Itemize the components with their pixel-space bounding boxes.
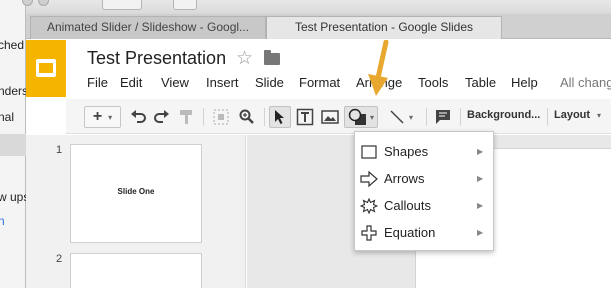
slide-number: 1 — [56, 144, 63, 156]
share-button[interactable] — [173, 0, 197, 10]
screenshot-root: ched nders nal w ups n Animated Slider /… — [0, 0, 611, 288]
save-status: All chang — [560, 75, 611, 90]
tab-animated-slider[interactable]: Animated Slider / Slideshow - Googl... — [30, 16, 266, 39]
menu-item-callouts[interactable]: Callouts ▶ — [355, 193, 495, 219]
select-icon — [213, 109, 229, 125]
chevron-down-icon: ▾ — [108, 112, 113, 122]
toolbar-divider — [264, 108, 265, 126]
submenu-arrow-icon: ▶ — [477, 228, 484, 237]
text-box-icon — [296, 108, 314, 126]
toolbar-divider — [460, 108, 461, 126]
select-area-button[interactable] — [209, 106, 233, 128]
menu-edit[interactable]: Edit — [120, 75, 142, 90]
document-title[interactable]: Test Presentation — [87, 48, 226, 69]
background-text: ched — [0, 38, 25, 52]
browser-window: Animated Slider / Slideshow - Googl... T… — [22, 0, 611, 288]
menu-item-shapes[interactable]: Shapes ▶ — [355, 139, 495, 165]
slide-number: 2 — [56, 253, 63, 265]
menu-item-equation[interactable]: Equation ▶ — [355, 220, 495, 246]
submenu-arrow-icon: ▶ — [477, 174, 484, 183]
menu-item-label: Shapes — [384, 144, 429, 159]
background-button[interactable]: Background... — [467, 109, 540, 121]
cursor-button[interactable] — [269, 106, 291, 128]
menu-slide[interactable]: Slide — [255, 75, 284, 90]
toolbar: + ▾ ▾ ▾ Background... Layout ▾ — [66, 99, 611, 134]
background-text: w ups — [0, 190, 30, 204]
slide-thumbnail-label: Slide One — [117, 187, 155, 196]
background-window: ched nders nal w ups n — [0, 0, 30, 288]
menu-insert[interactable]: Insert — [206, 75, 239, 90]
plus-shape-icon — [361, 225, 377, 241]
tab-strip: Animated Slider / Slideshow - Googl... T… — [26, 14, 611, 39]
image-button[interactable] — [319, 106, 341, 128]
toolbar-divider — [426, 108, 427, 126]
zoom-icon — [239, 109, 254, 124]
rectangle-icon — [361, 145, 377, 159]
shape-dropdown-menu: Shapes ▶ Arrows ▶ Callouts ▶ Equation ▶ — [354, 131, 494, 251]
menu-file[interactable]: File — [87, 75, 108, 90]
text-box-button[interactable] — [294, 106, 316, 128]
chevron-down-icon: ▾ — [369, 112, 374, 122]
star-icon[interactable]: ☆ — [236, 47, 253, 70]
window-button[interactable] — [38, 0, 49, 6]
menu-item-label: Callouts — [384, 198, 431, 213]
redo-icon — [154, 110, 169, 123]
title-bar — [22, 0, 611, 14]
menu-help[interactable]: Help — [511, 75, 538, 90]
menu-item-arrows[interactable]: Arrows ▶ — [355, 166, 495, 192]
background-link[interactable]: n — [0, 214, 5, 228]
chevron-down-icon: ▾ — [408, 112, 413, 122]
cursor-icon — [275, 110, 284, 124]
new-slide-button[interactable]: + ▾ — [84, 106, 121, 128]
line-button[interactable]: ▾ — [384, 106, 418, 128]
menu-format[interactable]: Format — [299, 75, 340, 90]
back-forward-buttons[interactable] — [102, 0, 142, 10]
new-slide-icon: + — [92, 108, 103, 125]
layout-button[interactable]: Layout — [554, 109, 590, 121]
submenu-arrow-icon: ▶ — [477, 201, 484, 210]
paint-format-button[interactable] — [176, 106, 196, 128]
tab-test-presentation[interactable]: Test Presentation - Google Slides — [266, 16, 502, 39]
image-icon — [321, 110, 339, 124]
background-selection-band — [0, 134, 26, 156]
slide-thumbnail-2[interactable] — [70, 253, 202, 288]
comment-icon — [436, 110, 450, 124]
annotation-arrow-icon — [368, 40, 389, 96]
folder-icon[interactable] — [264, 50, 280, 65]
slides-logo-icon — [36, 59, 56, 77]
slide-thumbnail-1[interactable]: Slide One — [70, 144, 202, 243]
redo-button[interactable] — [152, 106, 172, 128]
menu-item-label: Arrows — [384, 171, 425, 186]
toolbar-divider — [547, 108, 548, 126]
undo-icon — [131, 110, 146, 123]
chevron-down-icon: ▾ — [597, 111, 602, 120]
callout-burst-icon — [360, 198, 378, 214]
slides-logo[interactable] — [26, 40, 66, 97]
toolbar-divider — [203, 108, 204, 126]
line-icon — [390, 110, 404, 124]
arrow-shape-icon — [360, 171, 378, 187]
menu-view[interactable]: View — [161, 75, 189, 90]
comment-button[interactable] — [432, 106, 454, 128]
paint-format-icon — [180, 110, 192, 124]
menu-table[interactable]: Table — [465, 75, 496, 90]
submenu-arrow-icon: ▶ — [477, 147, 484, 156]
background-text: nders — [0, 84, 29, 98]
shape-button[interactable]: ▾ — [344, 106, 378, 128]
slide-filmstrip: 1 Slide One 2 — [26, 135, 246, 288]
undo-button[interactable] — [128, 106, 148, 128]
shape-icon — [348, 108, 366, 125]
zoom-button[interactable] — [236, 106, 258, 128]
menu-tools[interactable]: Tools — [418, 75, 448, 90]
window-button[interactable] — [22, 0, 33, 6]
background-text: nal — [0, 110, 15, 124]
menu-item-label: Equation — [384, 225, 436, 240]
